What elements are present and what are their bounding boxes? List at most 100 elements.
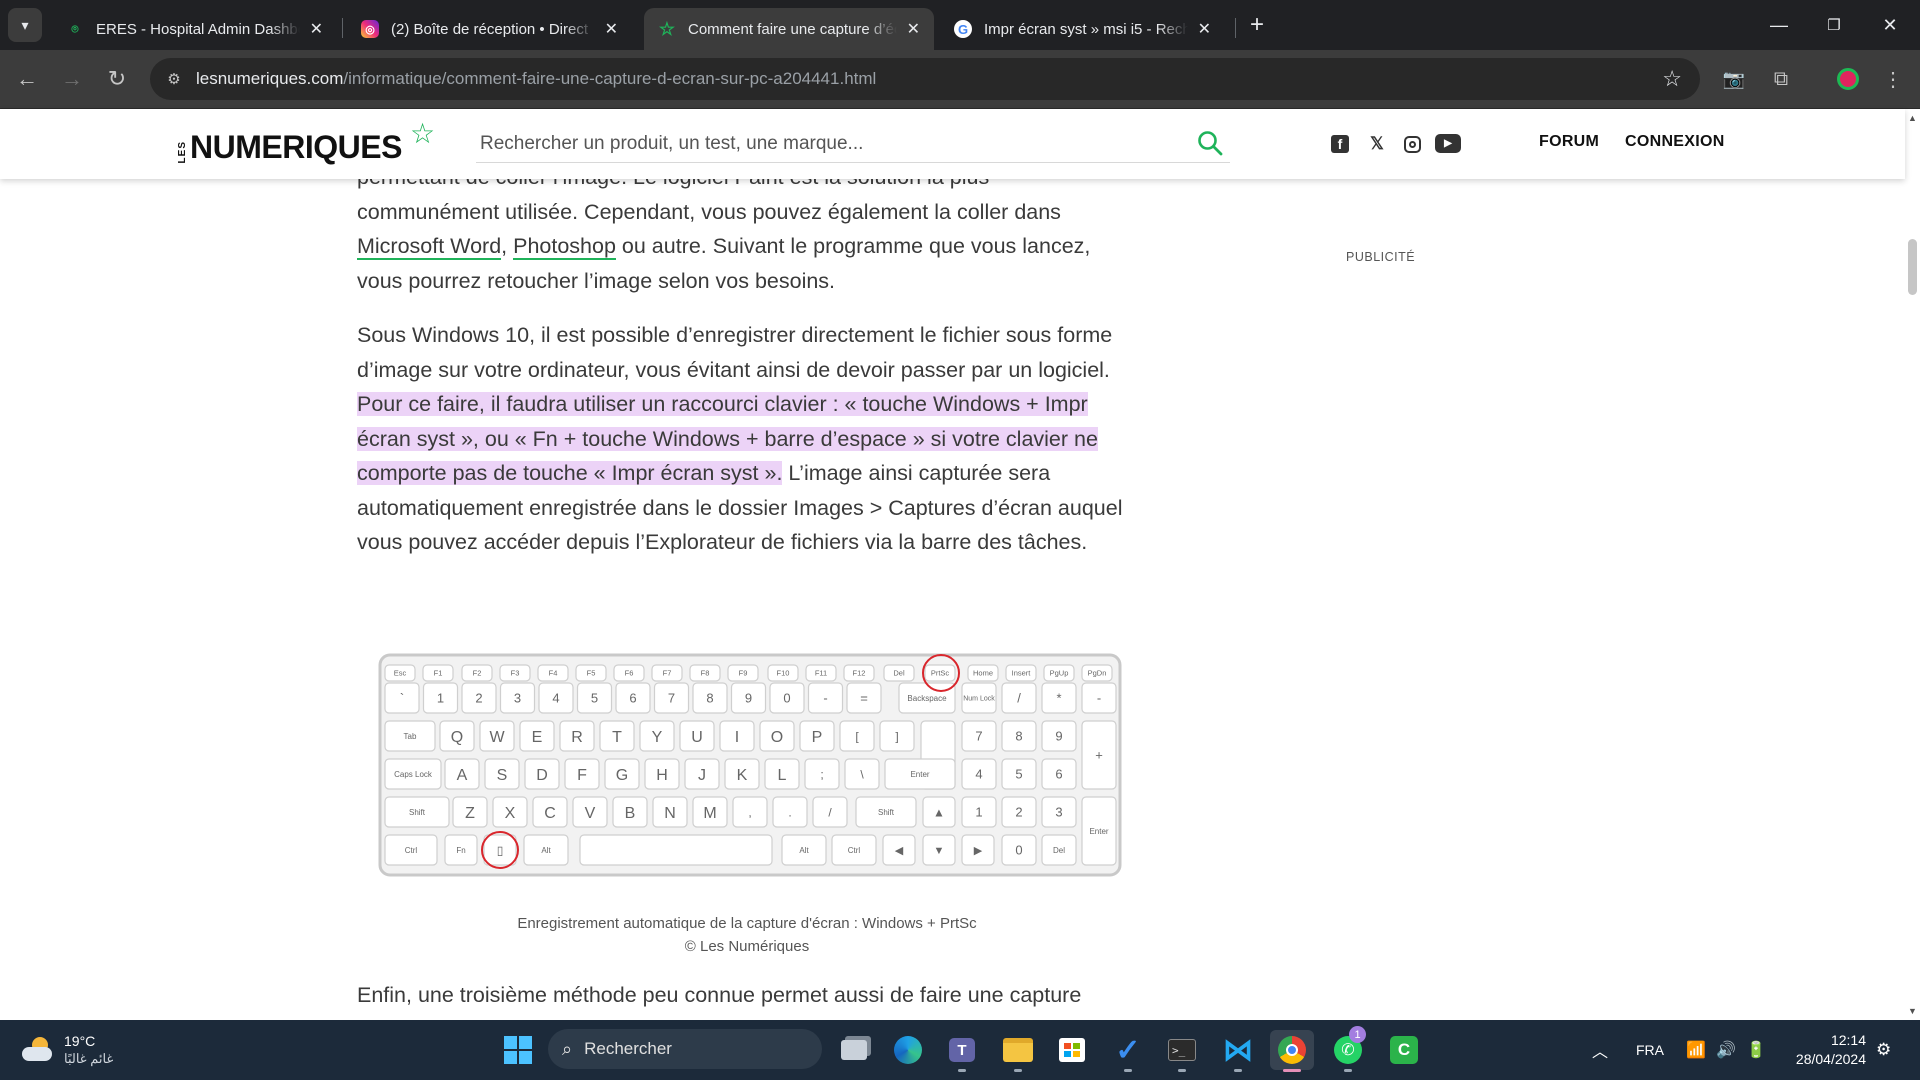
caption-credit: © Les Numériques (684, 938, 810, 955)
site-logo[interactable]: LES NUMERIQUES ☆ (177, 118, 435, 163)
show-hidden-icons[interactable]: ︿ (1592, 1020, 1608, 1080)
notifications-icon[interactable]: ⚙ (1876, 1020, 1891, 1080)
forum-link[interactable]: FORUM (1539, 133, 1599, 151)
close-tab-icon[interactable]: ✕ (605, 19, 618, 39)
key-label: 2 (1015, 805, 1022, 820)
keyboard-image: Esc F1 F2 F3 F4 F5 F6 F7 F8 F9 F10 F11 F12 Del PrtSc Ho… (378, 653, 1122, 877)
scroll-down-icon[interactable]: ▼ (1905, 1006, 1920, 1016)
key-label: 5 (591, 691, 598, 706)
key-label: 6 (1055, 767, 1062, 782)
location-pin-icon: ⌾ (71, 21, 79, 36)
chrome-icon[interactable] (1270, 1030, 1314, 1072)
tab-google-search[interactable]: G Impr écran syst » msi i5 - Recherche ✕ (940, 8, 1225, 50)
key-label: Fn (456, 846, 465, 855)
microsoft-store-icon[interactable] (1050, 1030, 1094, 1070)
key-label: 9 (745, 691, 752, 706)
tab-eres[interactable]: ⌾ ERES - Hospital Admin Dashboard ✕ (52, 8, 337, 50)
close-tab-icon[interactable]: ✕ (907, 19, 920, 39)
camtasia-icon[interactable]: C (1382, 1030, 1426, 1070)
page-scrollbar[interactable]: ▲ ▼ (1905, 109, 1920, 1020)
key-label: 8 (706, 691, 713, 706)
tab-instagram[interactable]: ◎ (2) Boîte de réception • Direct ✕ (347, 8, 632, 50)
key-label: F4 (549, 669, 558, 678)
task-view-icon[interactable] (832, 1030, 876, 1070)
volume-icon[interactable]: 🔊 (1716, 1020, 1736, 1080)
key-label: 0 (1015, 843, 1022, 858)
teams-icon[interactable]: T (940, 1030, 984, 1072)
address-bar[interactable]: ⚙ lesnumeriques.com/informatique/comment… (150, 58, 1700, 100)
tab-search-button[interactable]: ▾ (8, 8, 42, 42)
key-label: PrtSc (931, 669, 950, 678)
menu-icon[interactable]: ⋮ (1876, 62, 1910, 96)
key-label: D (536, 767, 548, 784)
tab-title: ERES - Hospital Admin Dashboard (96, 20, 300, 38)
language-indicator[interactable]: FRA (1636, 1020, 1664, 1080)
key-label: - (1097, 691, 1101, 706)
vscode-icon[interactable]: ⋈ (1216, 1030, 1260, 1072)
key-label: Z (465, 805, 475, 822)
spacebar-key (579, 834, 773, 866)
url-text[interactable]: lesnumeriques.com/informatique/comment-f… (196, 69, 876, 89)
edge-icon[interactable] (886, 1030, 930, 1070)
key-label: F2 (473, 669, 482, 678)
key-label: F1 (434, 669, 443, 678)
key-label: F5 (587, 669, 596, 678)
login-link[interactable]: CONNEXION (1625, 133, 1725, 151)
search-icon[interactable] (1196, 129, 1224, 157)
key-label: - (823, 691, 827, 706)
key-label: F9 (739, 669, 748, 678)
key-label: Shift (409, 808, 426, 817)
todo-icon[interactable]: ✓ (1106, 1030, 1150, 1072)
scrollbar-thumb[interactable] (1908, 239, 1917, 295)
key-label: Del (1053, 846, 1065, 855)
key-label: C (544, 805, 556, 822)
back-button[interactable]: ← (10, 62, 44, 96)
camera-icon[interactable]: 📷 (1717, 62, 1751, 96)
weather-widget[interactable]: 19°C غائم غالبًا (20, 1020, 113, 1080)
new-tab-button[interactable]: + (1240, 8, 1274, 42)
paragraph-text: communément utilisée. Cependant, vous po… (357, 199, 1061, 224)
close-window-button[interactable]: ✕ (1862, 0, 1918, 50)
key-label: 9 (1055, 729, 1062, 744)
tab-lesnumeriques[interactable]: ☆ Comment faire une capture d’écran ✕ (644, 8, 934, 50)
instagram-icon: ◎ (361, 20, 379, 38)
close-tab-icon[interactable]: ✕ (1198, 19, 1211, 39)
instagram-icon[interactable] (1401, 133, 1423, 155)
reload-button[interactable]: ↻ (100, 62, 134, 96)
key-label: Enter (1089, 827, 1108, 836)
paragraph-text: ou autre. Suivant le programme que vous … (615, 234, 1091, 258)
link-microsoft-word[interactable]: Microsoft Word (357, 234, 502, 260)
logo-star-icon: ☆ (410, 118, 436, 149)
key-label: R (571, 729, 583, 746)
key-label: Insert (1012, 669, 1032, 678)
wifi-icon[interactable]: 📶 (1686, 1020, 1706, 1080)
forward-button[interactable]: → (55, 62, 89, 96)
start-button[interactable] (496, 1030, 540, 1070)
restore-button[interactable]: ❐ (1806, 0, 1862, 50)
scroll-up-icon[interactable]: ▲ (1905, 113, 1920, 123)
taskbar-search[interactable]: ⌕ Rechercher (548, 1029, 822, 1069)
site-settings-icon[interactable]: ⚙ (162, 67, 186, 91)
minimize-button[interactable]: — (1751, 0, 1807, 50)
youtube-icon[interactable]: ▶ (1435, 134, 1461, 153)
terminal-icon[interactable]: >_ (1160, 1030, 1204, 1072)
extensions-icon[interactable]: ⧉ (1764, 62, 1798, 96)
key-label: 3 (514, 691, 521, 706)
key-label: H (656, 767, 668, 784)
key-label: F12 (853, 669, 866, 678)
bookmark-star-icon[interactable]: ☆ (1662, 66, 1682, 92)
battery-icon[interactable]: 🔋 (1746, 1020, 1766, 1080)
file-explorer-icon[interactable] (996, 1030, 1040, 1072)
search-input[interactable]: Rechercher un produit, un test, une marq… (480, 133, 863, 155)
whatsapp-icon[interactable]: ✆ 1 (1326, 1026, 1370, 1072)
tab-title: (2) Boîte de réception • Direct (391, 20, 589, 38)
x-twitter-icon[interactable]: 𝕏 (1366, 133, 1388, 155)
close-tab-icon[interactable]: ✕ (310, 19, 323, 39)
profile-avatar-icon[interactable] (1831, 62, 1865, 96)
clock[interactable]: 12:14 28/04/2024 (1786, 1020, 1866, 1080)
link-photoshop[interactable]: Photoshop (513, 234, 616, 260)
key-label: F7 (663, 669, 672, 678)
site-search[interactable]: Rechercher un produit, un test, une marq… (476, 125, 1230, 163)
key-label: ` (400, 691, 404, 706)
facebook-icon[interactable]: f (1331, 135, 1349, 153)
